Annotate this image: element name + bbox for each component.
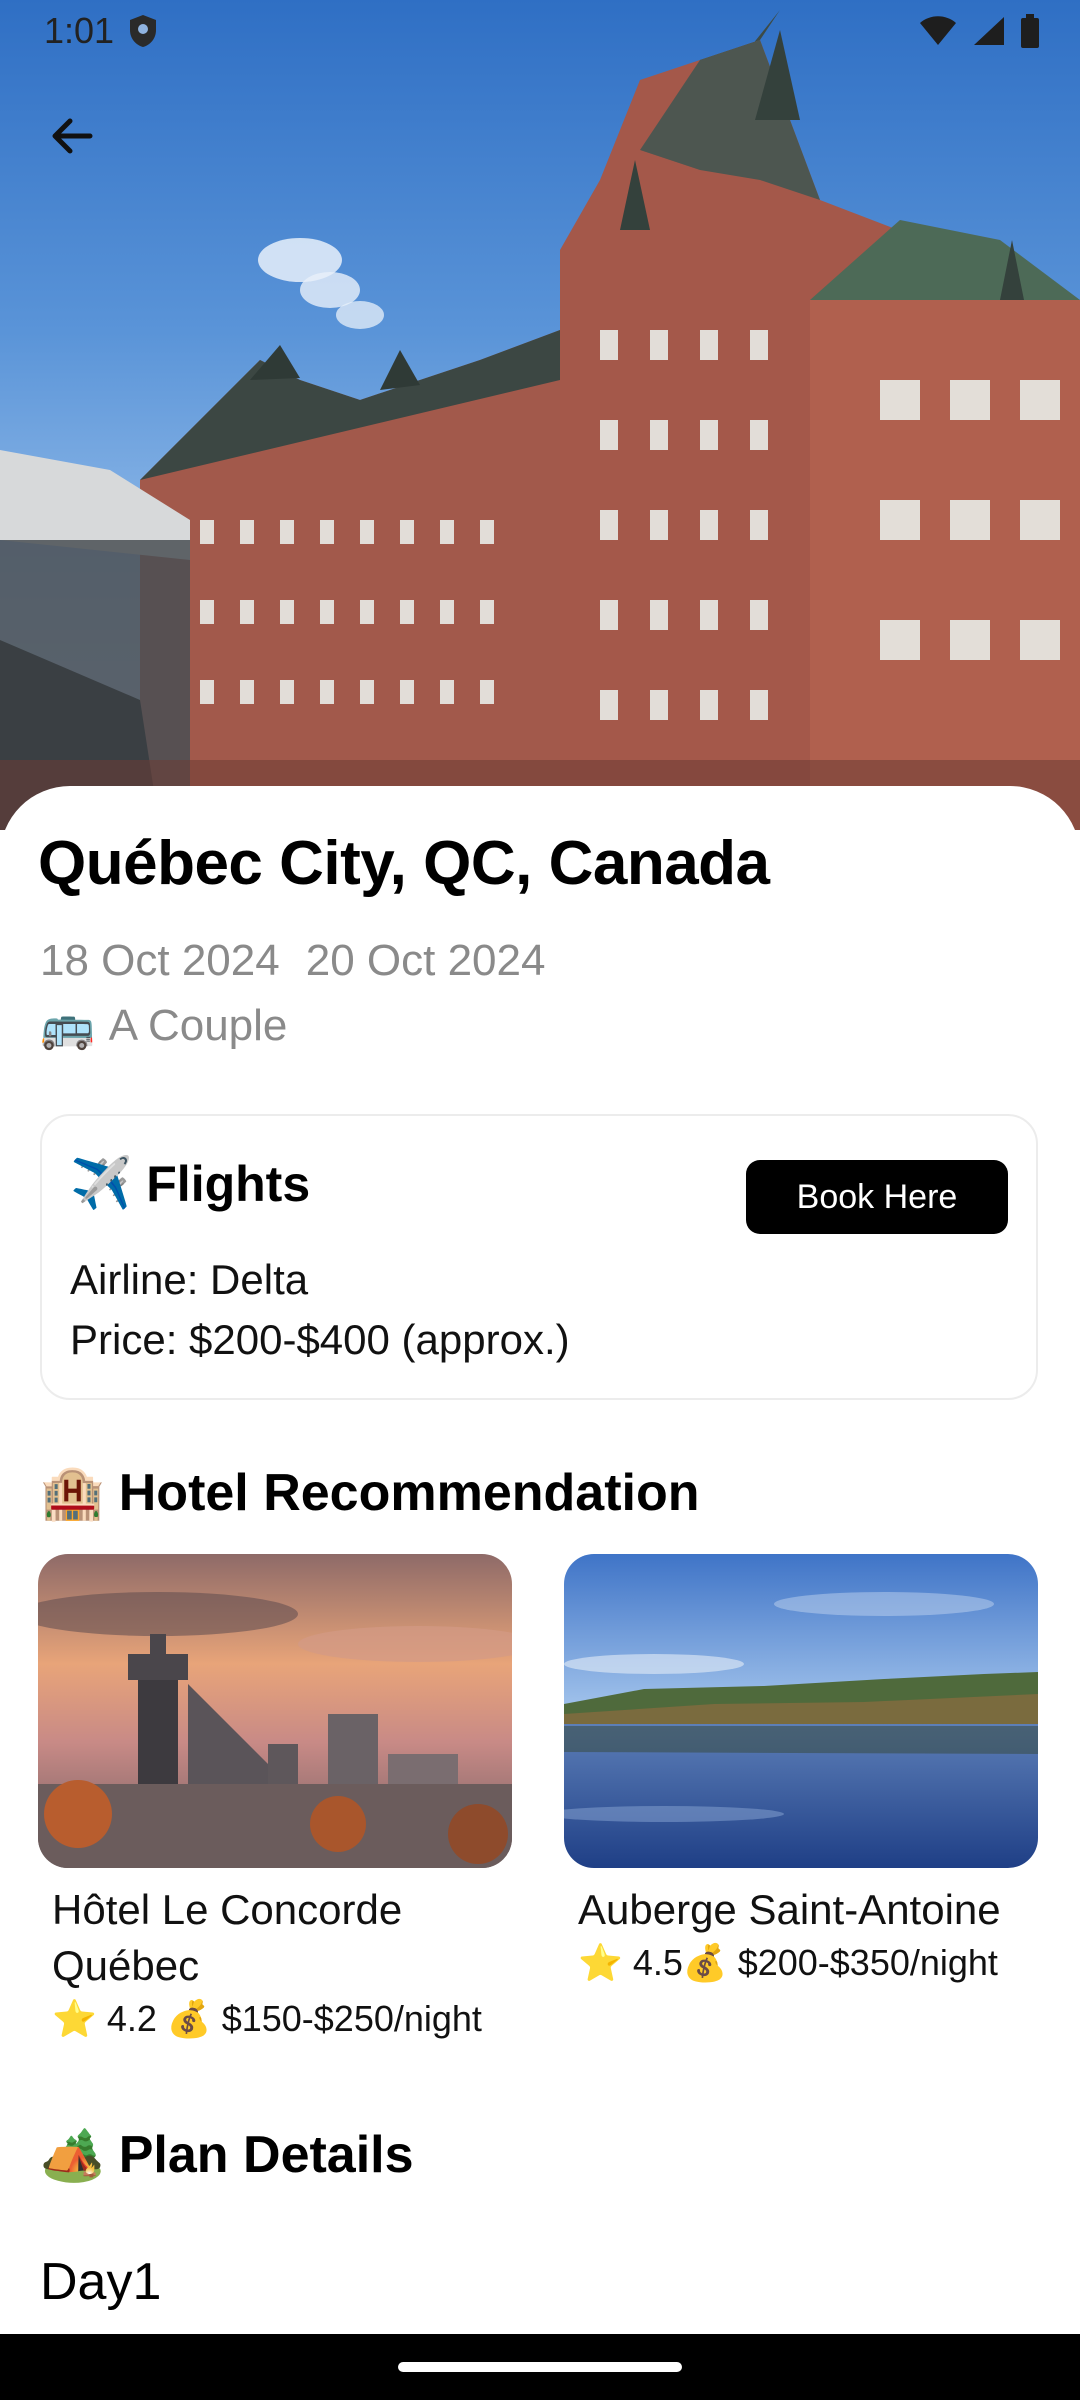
hotel-name: Hôtel Le Concorde Québec	[52, 1886, 403, 1989]
status-bar: 1:01	[0, 0, 1080, 62]
hotel-image	[564, 1554, 1038, 1868]
back-button[interactable]	[36, 100, 108, 172]
flights-card: ✈️ Flights Book Here Airline: Delta Pric…	[40, 1114, 1038, 1400]
hotel-rating-price: ⭐ 4.5💰 $200-$350/night	[578, 1942, 998, 1983]
shield-icon	[130, 15, 156, 47]
traveler-label: A Couple	[108, 1001, 288, 1050]
hotel-section-title: Hotel Recommendation	[118, 1463, 700, 1522]
hotel-rating-price: ⭐ 4.2 💰 $150-$250/night	[52, 1998, 482, 2039]
hotel-image	[38, 1554, 512, 1868]
trip-dates: 18 Oct 2024 20 Oct 2024	[40, 936, 545, 986]
plan-section-heading: 🏕️ Plan Details	[40, 2124, 414, 2185]
hotel-card[interactable]: Hôtel Le Concorde Québec ⭐ 4.2 💰 $150-$2…	[38, 1554, 512, 2040]
navigation-bar	[0, 2334, 1080, 2400]
status-time: 1:01	[44, 10, 115, 51]
trip-end-date: 20 Oct 2024	[305, 936, 546, 985]
flight-price: Price: $200-$400 (approx.)	[70, 1316, 570, 1363]
arrow-left-icon	[52, 118, 93, 154]
wifi-icon	[920, 16, 956, 45]
hotel-name: Auberge Saint-Antoine	[578, 1886, 1001, 1933]
trip-details-sheet: Québec City, QC, Canada 18 Oct 2024 20 O…	[0, 786, 1080, 2400]
hotel-photo-concorde	[38, 1554, 512, 1868]
hotel-section-heading: 🏨 Hotel Recommendation	[40, 1462, 699, 1523]
battery-icon	[1021, 14, 1039, 48]
flights-heading: ✈️ Flights	[70, 1154, 310, 1213]
flights-title: Flights	[146, 1155, 311, 1212]
signal-icon	[974, 17, 1004, 45]
day-label: Day1	[40, 2253, 162, 2311]
flight-airline: Airline: Delta	[70, 1256, 309, 1303]
plan-section-title: Plan Details	[118, 2125, 414, 2184]
trip-start-date: 18 Oct 2024	[40, 936, 280, 985]
hotel-photo-auberge	[564, 1554, 1038, 1868]
camping-icon: 🏕️	[40, 2126, 105, 2184]
trip-details-screen: 1:01 Québec City, QC, Canada 18 Oct 2024…	[0, 0, 1080, 2400]
hero-image	[0, 0, 1080, 830]
hotel-card[interactable]: Auberge Saint-Antoine ⭐ 4.5💰 $200-$350/n…	[564, 1554, 1038, 1984]
bus-icon: 🚌	[40, 1002, 95, 1051]
status-icons	[918, 14, 1040, 48]
chateau-illustration	[0, 10, 1080, 830]
hotel-icon: 🏨	[40, 1464, 105, 1522]
airplane-icon: ✈️	[70, 1155, 133, 1211]
trip-traveler: 🚌 A Couple	[40, 1000, 287, 1052]
home-gesture-handle[interactable]	[398, 2362, 682, 2372]
trip-title: Québec City, QC, Canada	[38, 829, 770, 898]
book-here-button[interactable]: Book Here	[746, 1160, 1008, 1234]
